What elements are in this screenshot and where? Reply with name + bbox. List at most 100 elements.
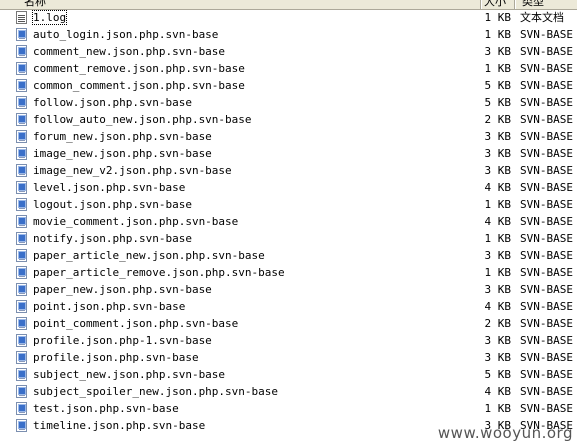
file-size: 1 KB — [484, 266, 512, 279]
file-row[interactable]: paper_article_remove.json.php.svn-base 1 … — [0, 264, 577, 281]
file-row[interactable]: paper_new.json.php.svn-base 3 KB SVN-BASE … — [0, 281, 577, 298]
svn-file-icon — [16, 317, 27, 330]
file-size: 3 KB — [484, 334, 512, 347]
column-header-size[interactable]: 大小 — [484, 0, 506, 8]
file-type: SVN-BASE 文 — [520, 181, 577, 194]
file-size: 1 KB — [484, 11, 512, 24]
file-row[interactable]: image_new.json.php.svn-base 3 KB SVN-BASE … — [0, 145, 577, 162]
file-name: notify.json.php.svn-base — [33, 232, 192, 245]
svn-file-icon — [16, 368, 27, 381]
svn-file-icon — [16, 249, 27, 262]
file-name: paper_article_new.json.php.svn-base — [33, 249, 265, 262]
svn-file-icon — [16, 79, 27, 92]
svn-file-icon — [16, 402, 27, 415]
file-row[interactable]: point_comment.json.php.svn-base 2 KB SVN-B… — [0, 315, 577, 332]
file-type: SVN-BASE 文 — [520, 28, 577, 41]
file-row[interactable]: 1.log 1 KB 文本文档 — [0, 9, 577, 26]
svn-file-icon — [16, 113, 27, 126]
svn-file-icon — [16, 419, 27, 432]
file-name: profile.json.php.svn-base — [33, 351, 199, 364]
file-row[interactable]: comment_new.json.php.svn-base 3 KB SVN-BAS… — [0, 43, 577, 60]
file-row[interactable]: paper_article_new.json.php.svn-base 3 KB S… — [0, 247, 577, 264]
file-row[interactable]: notify.json.php.svn-base 1 KB SVN-BASE 文 — [0, 230, 577, 247]
file-type: SVN-BASE 文 — [520, 402, 577, 415]
file-name: comment_remove.json.php.svn-base — [33, 62, 245, 75]
svn-file-icon — [16, 198, 27, 211]
file-name: logout.json.php.svn-base — [33, 198, 192, 211]
file-size: 1 KB — [484, 402, 512, 415]
file-type: SVN-BASE 文 — [520, 113, 577, 126]
file-size: 1 KB — [484, 232, 512, 245]
file-type: SVN-BASE 文 — [520, 164, 577, 177]
file-row[interactable]: profile.json.php.svn-base 3 KB SVN-BASE 文 — [0, 349, 577, 366]
file-type: SVN-BASE 文 — [520, 79, 577, 92]
svn-file-icon — [16, 164, 27, 177]
file-size: 3 KB — [484, 249, 512, 262]
file-name: auto_login.json.php.svn-base — [33, 28, 219, 41]
file-name: point.json.php.svn-base — [33, 300, 186, 313]
file-row[interactable]: test.json.php.svn-base 1 KB SVN-BASE 文 — [0, 400, 577, 417]
svn-file-icon — [16, 62, 27, 75]
file-size: 3 KB — [484, 147, 512, 160]
svn-file-icon — [16, 28, 27, 41]
file-name: forum_new.json.php.svn-base — [33, 130, 212, 143]
file-type: SVN-BASE 文 — [520, 368, 577, 381]
file-row[interactable]: logout.json.php.svn-base 1 KB SVN-BASE 文 — [0, 196, 577, 213]
column-header-name[interactable]: 名称 — [24, 0, 46, 8]
svn-file-icon — [16, 96, 27, 109]
file-type: SVN-BASE 文 — [520, 385, 577, 398]
svn-file-icon — [16, 283, 27, 296]
svn-file-icon — [16, 130, 27, 143]
svn-file-icon — [16, 215, 27, 228]
column-divider[interactable] — [514, 0, 515, 9]
file-name: follow_auto_new.json.php.svn-base — [33, 113, 252, 126]
column-divider[interactable] — [480, 0, 481, 9]
file-type: SVN-BASE 文 — [520, 215, 577, 228]
file-row[interactable]: subject_new.json.php.svn-base 5 KB SVN-BAS… — [0, 366, 577, 383]
file-row[interactable]: movie_comment.json.php.svn-base 4 KB SVN-B… — [0, 213, 577, 230]
file-size: 2 KB — [484, 317, 512, 330]
file-name: subject_new.json.php.svn-base — [33, 368, 226, 381]
file-name: paper_new.json.php.svn-base — [33, 283, 212, 296]
watermark: www.wooyun.org — [437, 424, 573, 442]
file-row[interactable]: common_comment.json.php.svn-base 5 KB SVN-… — [0, 77, 577, 94]
file-row[interactable]: level.json.php.svn-base 4 KB SVN-BASE 文 — [0, 179, 577, 196]
file-row[interactable]: subject_spoiler_new.json.php.svn-base 4 K… — [0, 383, 577, 400]
file-name: follow.json.php.svn-base — [33, 96, 192, 109]
file-size: 3 KB — [484, 45, 512, 58]
file-size: 5 KB — [484, 79, 512, 92]
file-type: SVN-BASE 文 — [520, 334, 577, 347]
file-size: 4 KB — [484, 181, 512, 194]
file-size: 4 KB — [484, 385, 512, 398]
file-row[interactable]: follow.json.php.svn-base 5 KB SVN-BASE 文 — [0, 94, 577, 111]
column-header-type[interactable]: 类型 — [522, 0, 544, 8]
file-row[interactable]: forum_new.json.php.svn-base 3 KB SVN-BASE … — [0, 128, 577, 145]
file-type: SVN-BASE 文 — [520, 130, 577, 143]
file-size: 3 KB — [484, 283, 512, 296]
file-name: timeline.json.php.svn-base — [33, 419, 206, 432]
file-size: 3 KB — [484, 351, 512, 364]
file-row[interactable]: point.json.php.svn-base 4 KB SVN-BASE 文 — [0, 298, 577, 315]
file-name: subject_spoiler_new.json.php.svn-base — [33, 385, 279, 398]
file-type: SVN-BASE 文 — [520, 351, 577, 364]
svn-file-icon — [16, 300, 27, 313]
file-type: SVN-BASE 文 — [520, 283, 577, 296]
file-row[interactable]: profile.json.php-1.svn-base 3 KB SVN-BASE … — [0, 332, 577, 349]
file-row[interactable]: comment_remove.json.php.svn-base 1 KB SVN-… — [0, 60, 577, 77]
file-type: SVN-BASE 文 — [520, 300, 577, 313]
file-row[interactable]: auto_login.json.php.svn-base 1 KB SVN-BASE… — [0, 26, 577, 43]
file-size: 4 KB — [484, 300, 512, 313]
svn-file-icon — [16, 385, 27, 398]
file-type: SVN-BASE 文 — [520, 266, 577, 279]
file-name: image_new.json.php.svn-base — [33, 147, 212, 160]
file-row[interactable]: follow_auto_new.json.php.svn-base 2 KB SVN… — [0, 111, 577, 128]
file-size: 4 KB — [484, 215, 512, 228]
file-type: 文本文档 — [520, 11, 564, 24]
file-name: test.json.php.svn-base — [33, 402, 179, 415]
file-type: SVN-BASE 文 — [520, 62, 577, 75]
file-name: movie_comment.json.php.svn-base — [33, 215, 239, 228]
file-name: point_comment.json.php.svn-base — [33, 317, 239, 330]
svn-file-icon — [16, 266, 27, 279]
file-name: common_comment.json.php.svn-base — [33, 79, 245, 92]
file-row[interactable]: image_new_v2.json.php.svn-base 3 KB SVN-BA… — [0, 162, 577, 179]
